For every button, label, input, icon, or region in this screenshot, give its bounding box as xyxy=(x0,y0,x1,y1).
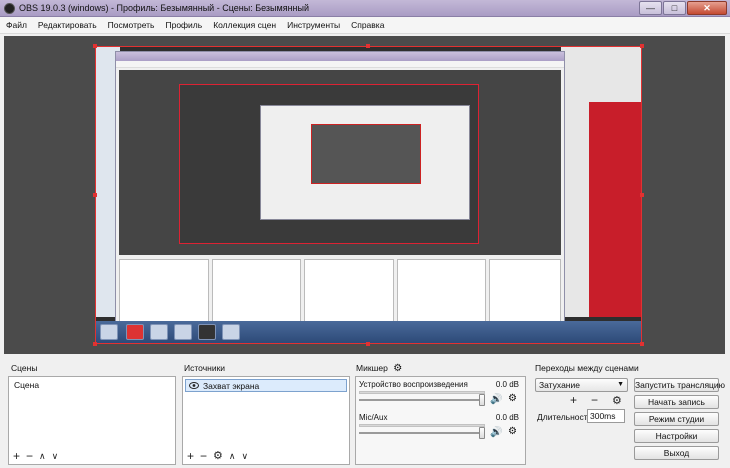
menu-profile[interactable]: Профиль xyxy=(165,20,202,30)
maximize-button[interactable]: □ xyxy=(663,1,686,15)
window-controls: — □ ✕ xyxy=(639,1,727,15)
volume-slider-knob[interactable] xyxy=(479,427,485,439)
menu-help[interactable]: Справка xyxy=(351,20,384,30)
sources-label: Источники xyxy=(184,363,226,373)
settings-button[interactable]: Настройки xyxy=(634,429,719,443)
volume-meter-playback xyxy=(359,391,485,394)
speaker-icon[interactable]: 🔊 xyxy=(490,428,502,438)
source-name: Захват экрана xyxy=(203,380,260,391)
preview-canvas[interactable] xyxy=(95,46,642,344)
resize-handle[interactable] xyxy=(93,342,97,346)
obs-logo-icon xyxy=(4,3,15,14)
eye-icon[interactable] xyxy=(189,382,199,389)
volume-slider-knob[interactable] xyxy=(479,394,485,406)
channel-db-playback: 0.0 dB xyxy=(495,380,519,389)
chevron-down-icon: ▼ xyxy=(617,381,624,388)
remove-transition-button[interactable]: − xyxy=(591,394,598,406)
channel-db-mic: 0.0 dB xyxy=(495,413,519,422)
channel-name-playback: Устройство воспроизведения xyxy=(359,380,468,389)
add-source-button[interactable]: + xyxy=(187,450,194,462)
transition-select[interactable]: Затухание ▼ xyxy=(535,378,628,392)
move-source-down-button[interactable]: ∨ xyxy=(242,450,249,462)
add-scene-button[interactable]: + xyxy=(13,450,20,462)
resize-handle[interactable] xyxy=(640,44,644,48)
sources-toolbar: + − ⚙ ∧ ∨ xyxy=(183,448,248,464)
scenes-toolbar: + − ∧ ∨ xyxy=(9,448,58,464)
remove-scene-button[interactable]: − xyxy=(26,450,33,462)
menu-edit[interactable]: Редактировать xyxy=(38,20,97,30)
resize-handle[interactable] xyxy=(366,342,370,346)
menu-view[interactable]: Посмотреть xyxy=(108,20,155,30)
scenes-panel: Сцена + − ∧ ∨ xyxy=(8,376,176,465)
resize-handle[interactable] xyxy=(640,342,644,346)
sources-panel: Захват экрана + − ⚙ ∧ ∨ xyxy=(182,376,350,465)
source-settings-gear-icon[interactable]: ⚙ xyxy=(213,450,223,462)
volume-slider-playback[interactable] xyxy=(359,399,485,401)
transitions-label: Переходы между сценами xyxy=(535,363,639,373)
captured-taskbar xyxy=(96,321,641,343)
start-recording-button[interactable]: Начать запись xyxy=(634,395,719,409)
start-streaming-button[interactable]: Запустить трансляцию xyxy=(634,378,725,392)
scene-item[interactable]: Сцена xyxy=(11,379,173,392)
remove-source-button[interactable]: − xyxy=(200,450,207,462)
menu-scene-collection[interactable]: Коллекция сцен xyxy=(213,20,276,30)
move-scene-down-button[interactable]: ∨ xyxy=(52,450,59,462)
mixer-gear-icon[interactable]: ⚙ xyxy=(393,363,402,374)
add-transition-button[interactable]: + xyxy=(570,394,577,406)
studio-mode-button[interactable]: Режим студии xyxy=(634,412,719,426)
menu-bar: Файл Редактировать Посмотреть Профиль Ко… xyxy=(0,17,730,34)
resize-handle[interactable] xyxy=(93,44,97,48)
scenes-label: Сцены xyxy=(11,363,38,373)
captured-obs-window xyxy=(115,51,565,336)
source-item[interactable]: Захват экрана xyxy=(185,379,347,392)
duration-input[interactable]: 300ms xyxy=(587,409,625,423)
duration-label: Длительность xyxy=(537,412,593,422)
resize-handle[interactable] xyxy=(93,193,97,197)
exit-button[interactable]: Выход xyxy=(634,446,719,460)
preview-area[interactable] xyxy=(4,36,725,354)
volume-slider-mic[interactable] xyxy=(359,432,485,434)
move-scene-up-button[interactable]: ∧ xyxy=(39,450,46,462)
resize-handle[interactable] xyxy=(640,193,644,197)
window-title: OBS 19.0.3 (windows) - Профиль: Безымянн… xyxy=(19,3,309,13)
title-bar: OBS 19.0.3 (windows) - Профиль: Безымянн… xyxy=(0,0,730,17)
channel-name-mic: Mic/Aux xyxy=(359,413,388,422)
speaker-icon[interactable]: 🔊 xyxy=(490,395,502,405)
minimize-button[interactable]: — xyxy=(639,1,662,15)
channel-gear-icon[interactable]: ⚙ xyxy=(508,427,517,437)
channel-gear-icon[interactable]: ⚙ xyxy=(508,394,517,404)
mixer-panel: Устройство воспроизведения 0.0 dB 🔊 ⚙ Mi… xyxy=(355,376,526,465)
move-source-up-button[interactable]: ∧ xyxy=(229,450,236,462)
menu-tools[interactable]: Инструменты xyxy=(287,20,340,30)
resize-handle[interactable] xyxy=(366,44,370,48)
volume-meter-mic xyxy=(359,424,485,427)
mixer-label: Микшер ⚙ xyxy=(356,363,403,374)
captured-web-banner xyxy=(589,102,641,317)
transition-gear-icon[interactable]: ⚙ xyxy=(612,395,622,407)
close-button[interactable]: ✕ xyxy=(687,1,727,15)
menu-file[interactable]: Файл xyxy=(6,20,27,30)
